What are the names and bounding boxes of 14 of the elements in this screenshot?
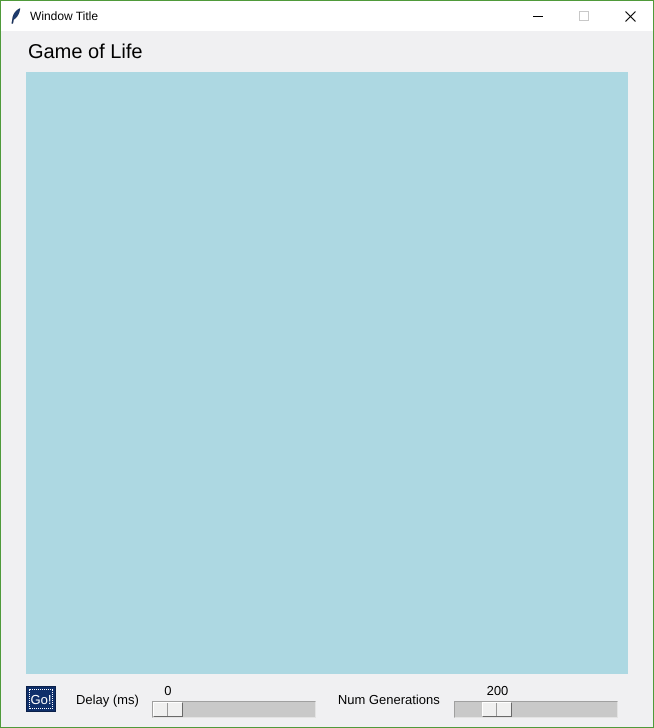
slider-thumb[interactable] bbox=[482, 702, 512, 717]
maximize-icon bbox=[579, 11, 589, 21]
slider-thumb[interactable] bbox=[152, 702, 183, 717]
slider-label: Delay (ms) bbox=[76, 692, 139, 708]
feather-icon bbox=[11, 8, 21, 24]
slider-label: Num Generations bbox=[338, 692, 440, 708]
slider-track[interactable] bbox=[454, 701, 618, 718]
slider-track[interactable] bbox=[152, 701, 316, 718]
go-button[interactable]: Go! bbox=[26, 686, 56, 712]
app-heading: Game of Life bbox=[28, 40, 143, 64]
close-icon bbox=[624, 10, 636, 22]
window-title: Window Title bbox=[30, 9, 100, 23]
slider-value: 0 bbox=[164, 683, 172, 699]
slider-value: 200 bbox=[486, 683, 508, 699]
